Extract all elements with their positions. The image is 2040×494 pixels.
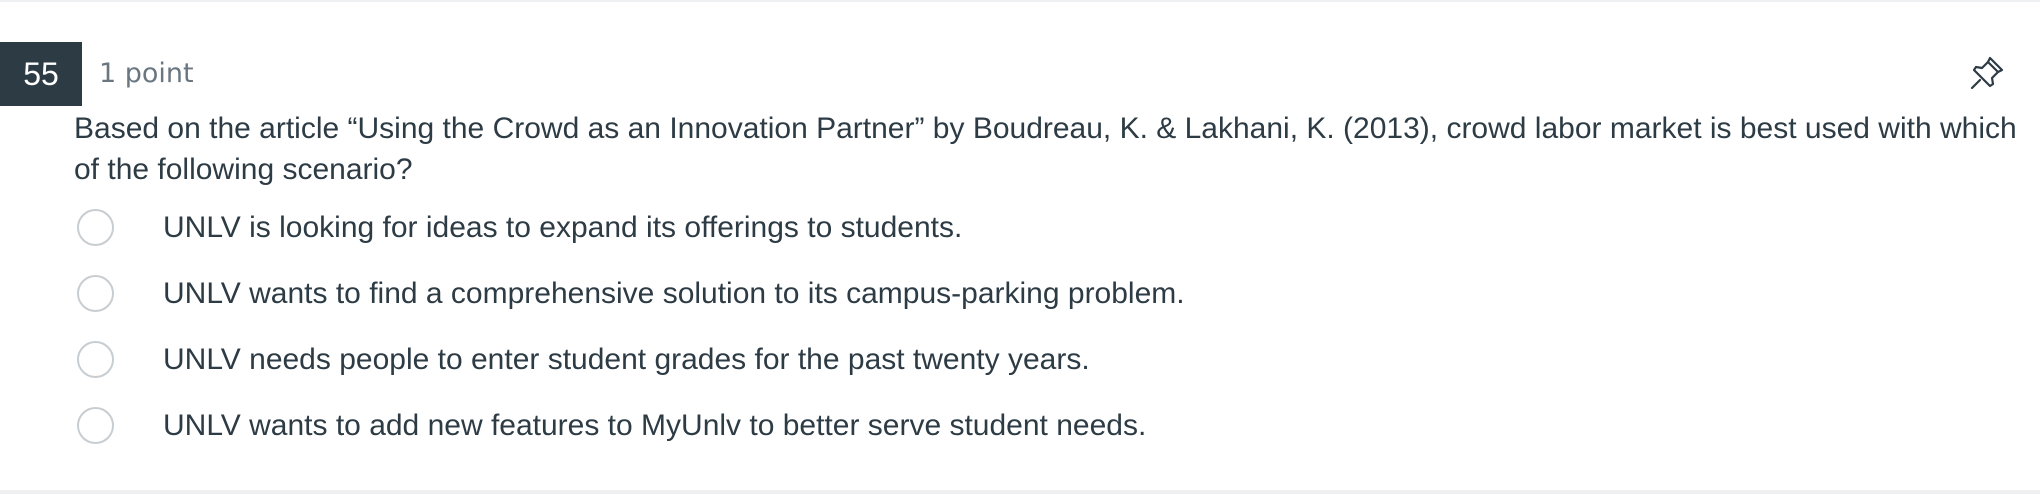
- answer-label: UNLV wants to find a comprehensive solut…: [163, 277, 1185, 310]
- answer-label: UNLV wants to add new features to MyUnlv…: [163, 409, 1147, 442]
- question-points: 1 point: [99, 58, 194, 89]
- answer-option-3[interactable]: UNLV needs people to enter student grade…: [74, 336, 1574, 386]
- radio-button[interactable]: [77, 275, 114, 312]
- radio-button[interactable]: [77, 407, 114, 444]
- question-number: 55: [0, 42, 82, 106]
- bottom-divider: [0, 490, 2040, 494]
- question-text: Based on the article “Using the Crowd as…: [74, 112, 2017, 186]
- answer-label: UNLV needs people to enter student grade…: [163, 343, 1090, 376]
- quiz-question: 55 1 point Based on the article “Using t…: [0, 0, 2040, 494]
- pin-icon-graphic: [1970, 56, 2004, 90]
- radio-button[interactable]: [77, 341, 114, 378]
- answer-option-4[interactable]: UNLV wants to add new features to MyUnlv…: [74, 402, 1574, 452]
- answer-option-1[interactable]: UNLV is looking for ideas to expand its …: [74, 204, 1574, 254]
- answer-label: UNLV is looking for ideas to expand its …: [163, 211, 963, 244]
- answer-option-2[interactable]: UNLV wants to find a comprehensive solut…: [74, 270, 1574, 320]
- pin-icon[interactable]: [1968, 52, 2008, 92]
- radio-button[interactable]: [77, 209, 114, 246]
